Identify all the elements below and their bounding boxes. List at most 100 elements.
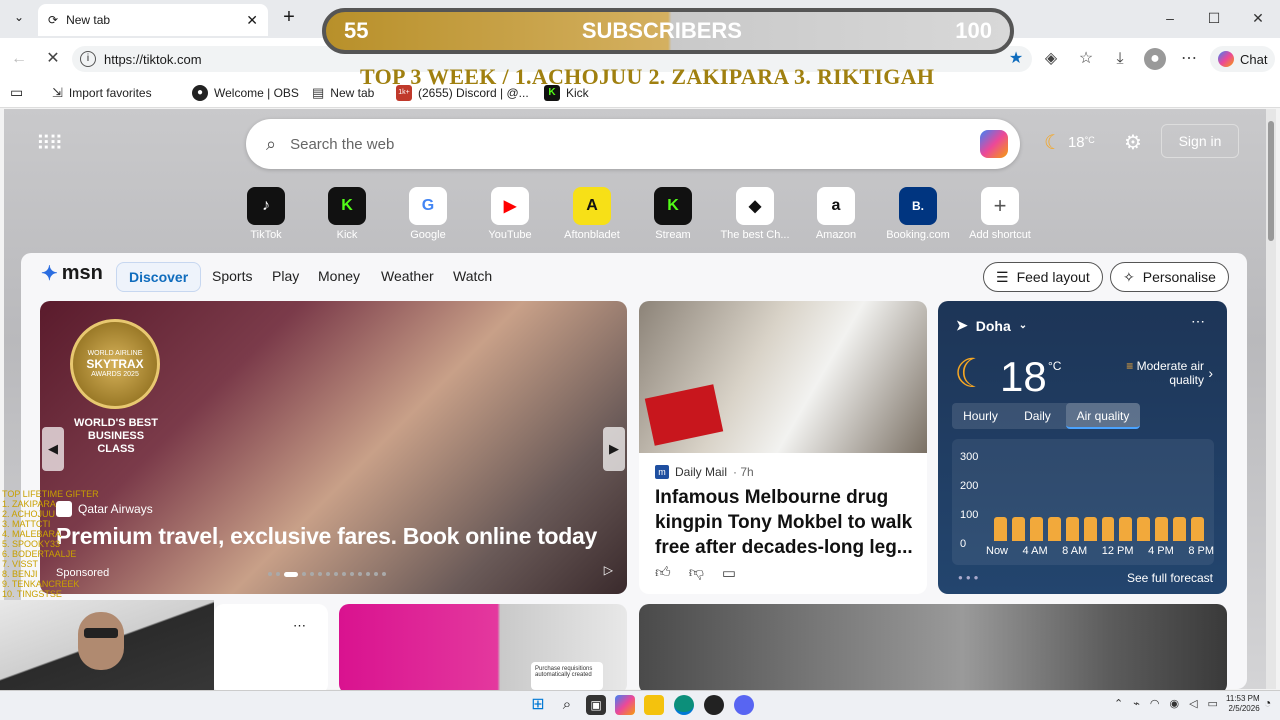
- search-input[interactable]: Search the web: [290, 136, 966, 153]
- weather-location[interactable]: ➤ Doha ⌄: [956, 317, 1027, 334]
- battery-icon[interactable]: ▭: [1208, 697, 1218, 710]
- wifi-icon[interactable]: ◠: [1150, 697, 1160, 710]
- carousel-dot[interactable]: [366, 572, 370, 576]
- carousel-dot[interactable]: [318, 572, 322, 576]
- shortcut-tiktok[interactable]: ♪ TikTok: [226, 187, 306, 241]
- discord-icon[interactable]: [734, 695, 754, 715]
- news-headline[interactable]: Infamous Melbourne drug kingpin Tony Mok…: [655, 485, 917, 560]
- carousel-dot[interactable]: [310, 572, 314, 576]
- tab-money[interactable]: Money: [318, 268, 360, 284]
- shortcut-aftonbladet[interactable]: A Aftonbladet: [552, 187, 632, 241]
- tab-air-quality[interactable]: Air quality: [1065, 403, 1140, 429]
- carousel-dot[interactable]: [382, 572, 386, 576]
- shortcut-stream[interactable]: K Stream: [633, 187, 713, 241]
- shortcut-youtube[interactable]: ▶ YouTube: [470, 187, 550, 241]
- info-icon[interactable]: i: [80, 51, 96, 67]
- carousel-dot[interactable]: [268, 572, 272, 576]
- profile-avatar[interactable]: ●: [1144, 48, 1166, 70]
- add-shortcut[interactable]: + Add shortcut: [960, 187, 1040, 241]
- maximize-button[interactable]: ☐: [1204, 8, 1224, 28]
- carousel-dot[interactable]: [358, 572, 362, 576]
- thumbs-up-icon[interactable]: 👍︎: [655, 564, 671, 582]
- more-options-icon[interactable]: ⋯: [1191, 313, 1205, 330]
- tab-sports[interactable]: Sports: [212, 268, 252, 284]
- minimize-button[interactable]: –: [1160, 8, 1180, 28]
- air-quality-status[interactable]: ≡ Moderate air quality: [1112, 359, 1204, 387]
- prev-arrow-icon[interactable]: ◀: [42, 427, 64, 471]
- file-explorer-icon[interactable]: [644, 695, 664, 715]
- shortcut-amazon[interactable]: a Amazon: [796, 187, 876, 241]
- news-card[interactable]: m Daily Mail · 7h Infamous Melbourne dru…: [639, 301, 927, 594]
- tab-watch[interactable]: Watch: [453, 268, 492, 284]
- carousel-dot[interactable]: [342, 572, 346, 576]
- sign-in-button[interactable]: Sign in: [1161, 124, 1239, 158]
- weather-widget[interactable]: ☾ 18 °C: [1044, 130, 1095, 155]
- favorites-icon[interactable]: ☆: [1075, 48, 1097, 70]
- obs-icon[interactable]: [704, 695, 724, 715]
- carousel-dot[interactable]: [374, 572, 378, 576]
- carousel-dot-active[interactable]: [284, 571, 298, 577]
- tab-daily[interactable]: Daily: [1009, 403, 1066, 429]
- comment-icon[interactable]: ▭: [722, 564, 736, 582]
- carousel-dot[interactable]: [276, 572, 280, 576]
- chevron-up-icon[interactable]: ⌃: [1114, 697, 1123, 710]
- tab-play[interactable]: Play: [272, 268, 299, 284]
- back-icon[interactable]: ←: [8, 48, 30, 70]
- copilot-icon[interactable]: [615, 695, 635, 715]
- sidebar-toggle-icon[interactable]: ▭: [10, 84, 23, 101]
- tab-new-tab[interactable]: ⟳ New tab ✕: [38, 4, 268, 36]
- more-menu-icon[interactable]: ⋯: [1178, 48, 1200, 70]
- close-tab-icon[interactable]: ✕: [246, 12, 258, 29]
- play-icon[interactable]: ▷: [604, 563, 613, 577]
- mic-icon[interactable]: ◉: [1169, 697, 1179, 710]
- tab-list-icon[interactable]: ⌄: [10, 10, 28, 28]
- chat-button[interactable]: Chat: [1210, 46, 1276, 72]
- edge-icon[interactable]: [674, 695, 694, 715]
- carousel-dot[interactable]: [302, 572, 306, 576]
- see-full-forecast-link[interactable]: See full forecast: [1127, 571, 1213, 585]
- card-ad[interactable]: Purchase requisitions automatically crea…: [339, 604, 627, 694]
- shortcut-kick[interactable]: K Kick: [307, 187, 387, 241]
- stop-icon[interactable]: ✕: [42, 48, 64, 70]
- clock[interactable]: 11:53 PM 2/5/2026: [1226, 694, 1260, 714]
- fav-obs[interactable]: ● Welcome | OBS: [192, 84, 299, 102]
- scrollbar[interactable]: [1266, 109, 1276, 689]
- personalise-button[interactable]: ✧ Personalise: [1110, 262, 1229, 292]
- carousel-dots[interactable]: [268, 571, 404, 577]
- downloads-icon[interactable]: ⤓: [1109, 48, 1131, 70]
- thumbs-down-icon[interactable]: 👎︎: [689, 564, 704, 582]
- tab-weather[interactable]: Weather: [381, 268, 434, 284]
- copilot-icon[interactable]: [980, 130, 1008, 158]
- tab-discover[interactable]: Discover: [116, 262, 202, 292]
- card-partial[interactable]: ⋯: [214, 604, 328, 694]
- news-source[interactable]: m Daily Mail · 7h: [655, 465, 754, 479]
- url-text[interactable]: https://tiktok.com: [104, 52, 202, 67]
- feed-layout-button[interactable]: ☰ Feed layout: [983, 262, 1103, 292]
- scrollbar-thumb[interactable]: [1268, 121, 1274, 241]
- next-arrow-icon[interactable]: ▶: [603, 427, 625, 471]
- hero-headline[interactable]: Premium travel, exclusive fares. Book on…: [56, 523, 597, 550]
- settings-gear-icon[interactable]: ⚙: [1124, 130, 1142, 155]
- task-view-icon[interactable]: ▣: [586, 695, 606, 715]
- tab-hourly[interactable]: Hourly: [952, 403, 1009, 429]
- system-tray[interactable]: ⌃ ⌁ ◠ ◉ ◁ ▭: [1114, 697, 1218, 710]
- close-window-button[interactable]: ✕: [1248, 8, 1268, 28]
- new-tab-button[interactable]: +: [278, 6, 300, 28]
- network-icon[interactable]: ⌁: [1133, 697, 1140, 710]
- apps-grid-icon[interactable]: ⠿⠿: [36, 131, 63, 156]
- fav-import[interactable]: ⇲ Import favorites: [52, 84, 152, 102]
- windows-start-icon[interactable]: ⊞: [528, 695, 548, 715]
- msn-logo[interactable]: ✦ msn: [41, 261, 103, 286]
- extensions-icon[interactable]: ◈: [1040, 48, 1062, 70]
- card-street-photo[interactable]: [639, 604, 1227, 694]
- notification-icon[interactable]: ◔: [1264, 696, 1271, 710]
- search-box[interactable]: ⌕ Search the web: [246, 119, 1020, 169]
- volume-icon[interactable]: ◁: [1189, 697, 1197, 710]
- favorite-star-icon[interactable]: ★: [1005, 48, 1027, 70]
- more-options-icon[interactable]: ⋯: [293, 618, 306, 634]
- weather-card[interactable]: ➤ Doha ⌄ ⋯ ☾ 18 °C ≡ Moderate air qualit…: [938, 301, 1227, 594]
- carousel-dot[interactable]: [334, 572, 338, 576]
- pager-dots[interactable]: ●●●: [958, 573, 982, 582]
- search-icon[interactable]: ⌕: [557, 695, 577, 715]
- carousel-dot[interactable]: [326, 572, 330, 576]
